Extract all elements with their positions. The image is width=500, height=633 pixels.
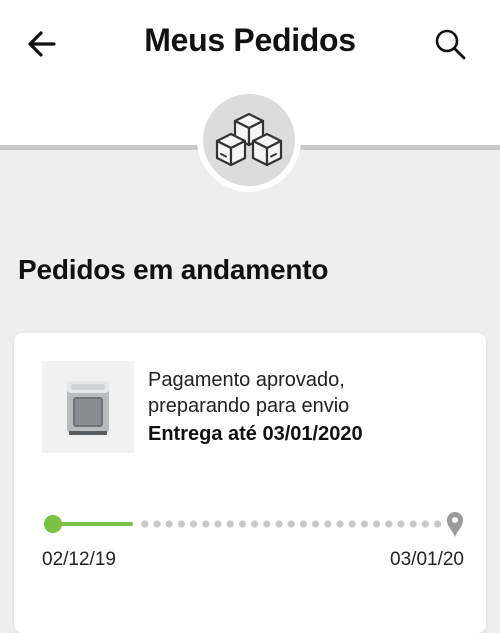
order-status-line2: preparando para envio: [148, 395, 350, 417]
hero-badge: [197, 88, 301, 192]
order-status-line1: Pagamento aprovado,: [148, 369, 345, 391]
progress-dot: [177, 520, 185, 528]
progress-dot: [434, 520, 442, 528]
hero-badge-inner: [203, 94, 295, 186]
order-card[interactable]: Pagamento aprovado, preparando para envi…: [14, 333, 486, 633]
section-title: Pedidos em andamento: [18, 254, 329, 285]
progress-start-marker: [44, 515, 62, 533]
progress-dot: [324, 520, 332, 528]
search-icon: [435, 29, 466, 60]
progress-dot: [348, 520, 356, 528]
progress-dot: [409, 520, 417, 528]
progress-dot: [214, 520, 222, 528]
delivery-progress: [44, 512, 463, 537]
progress-dot: [360, 520, 368, 528]
progress-start-date: 02/12/19: [42, 549, 116, 570]
product-image: [67, 381, 109, 435]
search-button[interactable]: [430, 24, 470, 64]
product-thumbnail: [42, 361, 134, 453]
progress-dot: [226, 520, 234, 528]
progress-dot: [263, 520, 271, 528]
progress-dot: [385, 520, 393, 528]
progress-end-date: 03/01/20: [390, 549, 464, 570]
progress-dot: [202, 520, 210, 528]
boxes-icon: [215, 112, 283, 167]
progress-dot: [373, 520, 381, 528]
page-title: Meus Pedidos: [144, 22, 356, 58]
progress-dot: [275, 520, 283, 528]
progress-dot: [190, 520, 198, 528]
progress-dot: [153, 520, 161, 528]
progress-dot: [397, 520, 405, 528]
progress-dot: [141, 520, 149, 528]
progress-dot: [421, 520, 429, 528]
order-status: Pagamento aprovado, preparando para envi…: [148, 367, 349, 419]
progress-dot: [336, 520, 344, 528]
progress-dot: [251, 520, 259, 528]
progress-dot: [312, 520, 320, 528]
destination-pin-icon: [447, 512, 463, 537]
progress-dot: [238, 520, 246, 528]
delivery-date: Entrega até 03/01/2020: [148, 423, 363, 445]
progress-dot: [165, 520, 173, 528]
progress-dot: [287, 520, 295, 528]
app-header: Meus Pedidos: [0, 0, 500, 90]
progress-dot: [299, 520, 307, 528]
